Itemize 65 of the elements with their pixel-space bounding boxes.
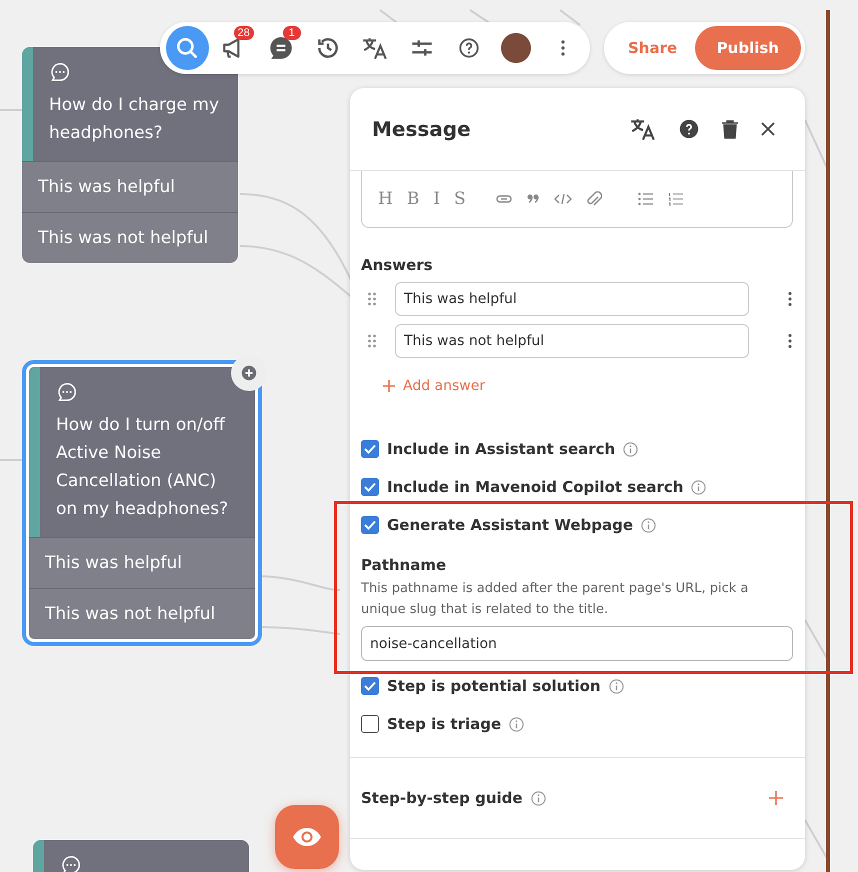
help-icon[interactable] <box>679 119 699 139</box>
more-icon[interactable] <box>787 333 793 349</box>
format-icon[interactable]: S <box>454 189 466 209</box>
node-answer[interactable]: This was helpful <box>22 161 238 212</box>
trash-icon[interactable] <box>721 119 739 139</box>
node-answer[interactable]: This was not helpful <box>29 588 255 639</box>
node-title: How do I charge my headphones? <box>49 94 220 145</box>
count-badge: 28 <box>234 26 254 40</box>
panel-title: Message <box>372 117 471 141</box>
drag-handle-icon[interactable] <box>367 291 377 307</box>
info-icon[interactable] <box>691 480 706 494</box>
chat-bubble-icon <box>56 381 78 403</box>
chat-icon <box>268 35 294 61</box>
checkbox[interactable] <box>361 516 379 534</box>
checkbox[interactable] <box>361 478 379 496</box>
plus-icon[interactable] <box>769 791 783 805</box>
option-label: Step is potential solution <box>387 677 601 695</box>
option-label: Step is triage <box>387 715 502 733</box>
close-icon[interactable] <box>761 122 775 136</box>
paperclip-icon[interactable] <box>586 190 602 208</box>
chat-button[interactable]: 1 <box>260 26 303 70</box>
info-icon[interactable] <box>623 442 638 456</box>
bullet-list-icon[interactable] <box>638 192 654 206</box>
preview-button[interactable] <box>275 805 339 869</box>
section-label: Answers <box>361 256 434 274</box>
node-answer[interactable]: This was helpful <box>29 537 255 588</box>
count-badge: 1 <box>282 26 301 40</box>
node-answer[interactable]: This was not helpful <box>22 212 238 263</box>
chat-bubble-icon <box>60 854 82 872</box>
message-editor[interactable]: H B I S <box>361 171 793 228</box>
node-title: How do I turn on/off Active Noise Cancellation (ANC) on my headphones? <box>56 414 230 521</box>
help-icon <box>458 37 480 59</box>
add-answer-button[interactable]: Add answer <box>383 378 486 394</box>
more-icon[interactable] <box>787 291 793 307</box>
share-button[interactable]: Share <box>628 39 678 57</box>
info-icon[interactable] <box>608 678 624 694</box>
format-icon[interactable]: B <box>406 189 420 209</box>
info-icon[interactable] <box>641 518 656 532</box>
section-label: Step-by-step guide <box>361 789 523 807</box>
info-icon[interactable] <box>509 716 524 732</box>
eye-icon <box>292 827 322 847</box>
checkbox[interactable] <box>361 715 379 733</box>
format-icon[interactable]: H <box>378 189 393 209</box>
option-label: Include in Mavenoid Copilot search <box>387 478 684 496</box>
chat-bubble-icon <box>49 61 71 83</box>
info-icon[interactable] <box>530 790 546 806</box>
publish-button[interactable]: Publish <box>694 26 801 70</box>
plus-icon <box>240 364 258 382</box>
flow-node[interactable]: How do I charge my headphones? This was helpful This was not helpful <box>22 47 238 263</box>
numbered-list-icon[interactable] <box>668 192 684 206</box>
pathname-field[interactable]: noise-cancellation <box>361 626 793 661</box>
answer-field[interactable]: This was helpful <box>395 282 749 316</box>
checkbox[interactable] <box>361 440 379 458</box>
option-label: Generate Assistant Webpage <box>387 516 634 534</box>
search-button[interactable] <box>166 26 209 70</box>
format-icon[interactable]: I <box>433 189 440 209</box>
drag-handle-icon[interactable] <box>367 333 377 349</box>
plus-icon <box>383 380 395 392</box>
field-label: Pathname <box>361 556 448 574</box>
option-label: Include in Assistant search <box>387 440 616 458</box>
code-icon[interactable] <box>554 192 572 206</box>
field-help-text: This pathname is added after the parent page's URL, pick a unique slug that is related to the title. <box>361 580 750 619</box>
checkbox[interactable] <box>361 677 379 695</box>
answer-field[interactable]: This was not helpful <box>395 324 749 358</box>
more-icon <box>560 39 566 57</box>
